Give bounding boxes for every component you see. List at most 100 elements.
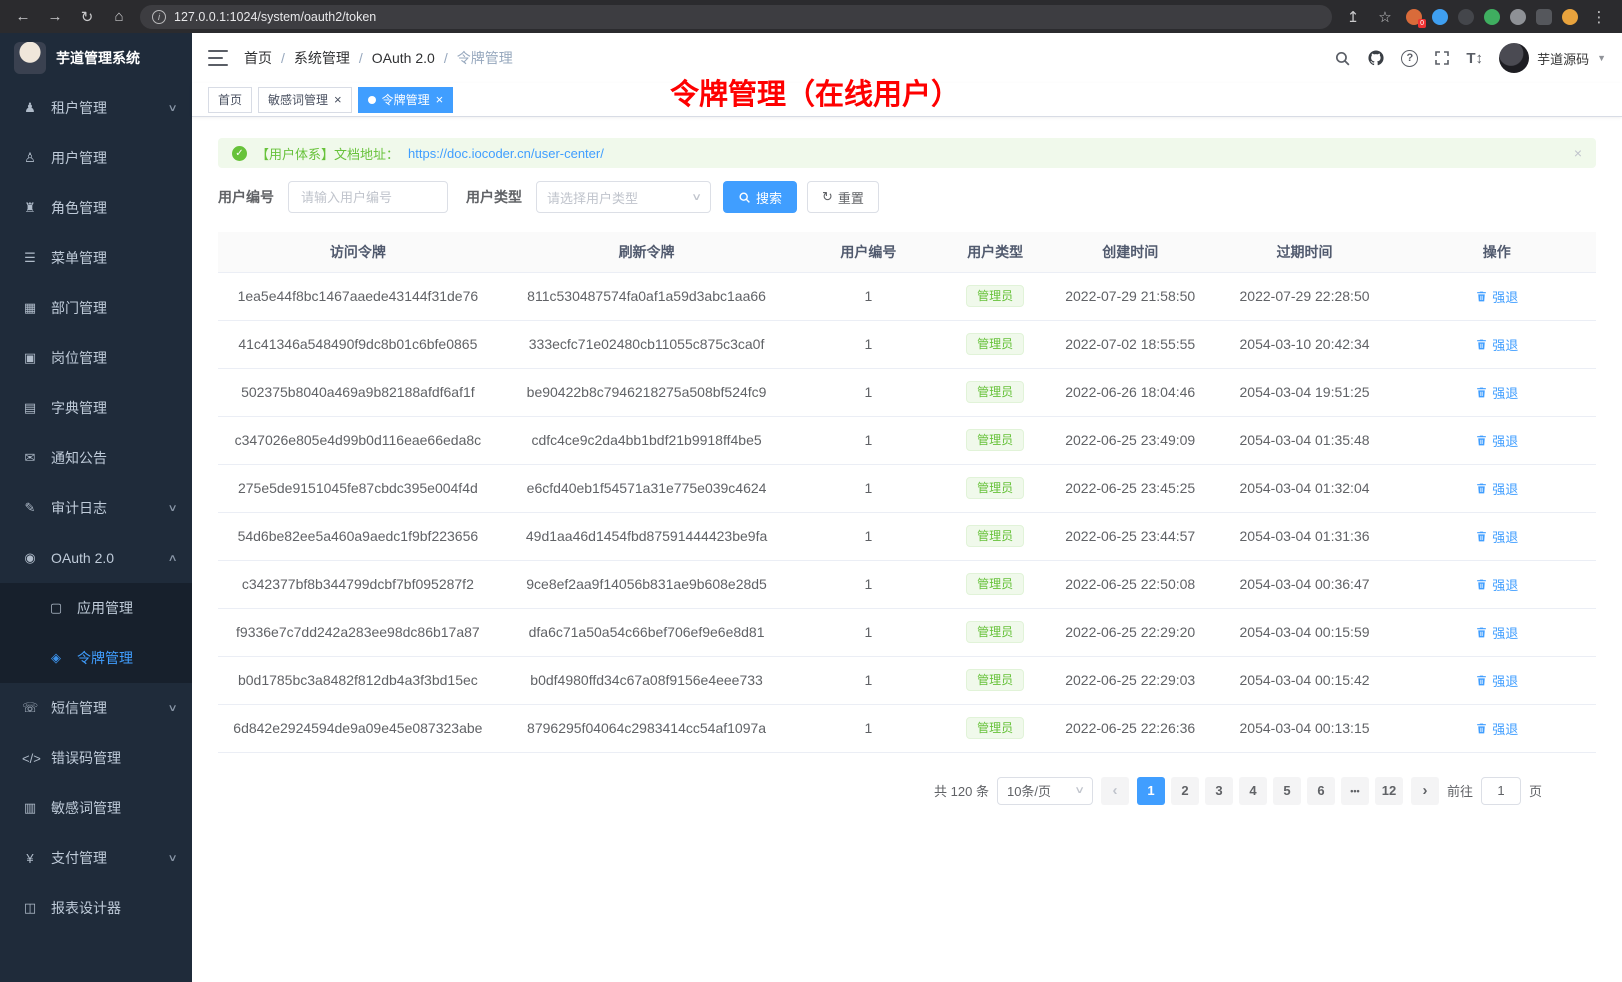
- extension-icon[interactable]: 0: [1406, 9, 1422, 25]
- tab-close-icon[interactable]: ×: [436, 93, 444, 106]
- breadcrumb-item-2[interactable]: OAuth 2.0: [372, 50, 435, 66]
- page-more-button[interactable]: •••: [1341, 777, 1369, 805]
- created-at-cell: 2022-06-25 23:45:25: [1049, 464, 1212, 512]
- action-cell: 强退: [1398, 512, 1596, 560]
- profile-avatar[interactable]: [1562, 9, 1578, 25]
- action-cell: 强退: [1398, 560, 1596, 608]
- page-button-2[interactable]: 2: [1171, 777, 1199, 805]
- chevron-down-icon: ∨: [1074, 785, 1085, 796]
- user-id-input[interactable]: [288, 181, 448, 213]
- force-logout-button[interactable]: 强退: [1475, 287, 1518, 306]
- user-id-cell: 1: [795, 608, 941, 656]
- app-logo[interactable]: 芋道管理系统: [0, 33, 192, 83]
- breadcrumb-item-1[interactable]: 系统管理: [294, 48, 350, 68]
- force-logout-label: 强退: [1492, 383, 1518, 402]
- access-token-cell: 502375b8040a469a9b82188afdf6af1f: [218, 368, 498, 416]
- share-icon[interactable]: ↥: [1342, 8, 1364, 26]
- prev-page-button[interactable]: ‹: [1101, 777, 1129, 805]
- sidebar-item-8[interactable]: ✎审计日志∨: [0, 483, 192, 533]
- breadcrumb-item-3[interactable]: 令牌管理: [457, 48, 513, 68]
- tab-1[interactable]: 敏感词管理×: [258, 87, 352, 113]
- url-bar[interactable]: i 127.0.0.1:1024/system/oauth2/token: [140, 5, 1332, 29]
- sidebar-item-7[interactable]: ✉通知公告: [0, 433, 192, 483]
- force-logout-button[interactable]: 强退: [1475, 623, 1518, 642]
- puzzle-extension-icon[interactable]: [1510, 9, 1526, 25]
- help-icon[interactable]: ?: [1401, 50, 1418, 67]
- page-size-value: 10条/页: [1007, 781, 1051, 800]
- font-size-icon[interactable]: T↕: [1466, 50, 1483, 67]
- alert-close-icon[interactable]: ×: [1574, 145, 1582, 161]
- tab-0[interactable]: 首页: [208, 87, 252, 113]
- sidebar-item-4[interactable]: ▦部门管理: [0, 283, 192, 333]
- user-type-cell: 管理员: [941, 656, 1048, 704]
- sidebar-item-16[interactable]: ◫报表设计器: [0, 883, 192, 933]
- page-button-5[interactable]: 5: [1273, 777, 1301, 805]
- chevron-down-icon: ∨: [167, 503, 177, 514]
- green-extension-icon[interactable]: [1484, 9, 1500, 25]
- page-button-1[interactable]: 1: [1137, 777, 1165, 805]
- sidebar-item-15[interactable]: ¥支付管理∨: [0, 833, 192, 883]
- reset-button[interactable]: ↻ 重置: [807, 181, 879, 213]
- table-row: f9336e7c7dd242a283ee98dc86b17a87dfa6c71a…: [218, 608, 1596, 656]
- sidebar-item-13[interactable]: </>错误码管理: [0, 733, 192, 783]
- sidebar-toggle-icon[interactable]: [1536, 9, 1552, 25]
- page-button-3[interactable]: 3: [1205, 777, 1233, 805]
- sidebar-item-label: 角色管理: [51, 198, 107, 218]
- sidebar-item-0[interactable]: ♟租户管理∨: [0, 83, 192, 133]
- color-picker-extension-icon[interactable]: [1432, 9, 1448, 25]
- tab-2[interactable]: 令牌管理×: [358, 87, 454, 113]
- sidebar-item-12[interactable]: ☏短信管理∨: [0, 683, 192, 733]
- breadcrumb-item-0[interactable]: 首页: [244, 48, 272, 68]
- access-token-cell: 41c41346a548490f9dc8b01c6bfe0865: [218, 320, 498, 368]
- access-token-cell: 1ea5e44f8bc1467aaede43144f31de76: [218, 272, 498, 320]
- fullscreen-icon[interactable]: [1434, 50, 1450, 66]
- reload-icon[interactable]: ↻: [76, 8, 98, 26]
- sidebar-item-6[interactable]: ▤字典管理: [0, 383, 192, 433]
- search-button[interactable]: 搜索: [723, 181, 797, 213]
- goto-page-input[interactable]: [1481, 777, 1521, 805]
- sidebar-item-9[interactable]: ◉OAuth 2.0∧: [0, 533, 192, 583]
- sidebar-item-5[interactable]: ▣岗位管理: [0, 333, 192, 383]
- access-token-cell: f9336e7c7dd242a283ee98dc86b17a87: [218, 608, 498, 656]
- force-logout-button[interactable]: 强退: [1475, 431, 1518, 450]
- page-button-12[interactable]: 12: [1375, 777, 1403, 805]
- next-page-button[interactable]: ›: [1411, 777, 1439, 805]
- force-logout-button[interactable]: 强退: [1475, 383, 1518, 402]
- sidebar-item-3[interactable]: ☰菜单管理: [0, 233, 192, 283]
- dark-extension-icon[interactable]: [1458, 9, 1474, 25]
- force-logout-button[interactable]: 强退: [1475, 575, 1518, 594]
- refresh-token-cell: 9ce8ef2aa9f14056b831ae9b608e28d5: [498, 560, 796, 608]
- page-button-6[interactable]: 6: [1307, 777, 1335, 805]
- force-logout-button[interactable]: 强退: [1475, 335, 1518, 354]
- role-icon: ♜: [22, 200, 38, 216]
- info-icon[interactable]: i: [152, 10, 166, 24]
- more-menu-icon[interactable]: ⋮: [1588, 8, 1610, 26]
- access-token-cell: b0d1785bc3a8482f812db4a3f3bd15ec: [218, 656, 498, 704]
- force-logout-button[interactable]: 强退: [1475, 479, 1518, 498]
- refresh-token-cell: 333ecfc71e02480cb11055c875c3ca0f: [498, 320, 796, 368]
- expires-at-cell: 2054-03-04 01:35:48: [1212, 416, 1398, 464]
- force-logout-button[interactable]: 强退: [1475, 671, 1518, 690]
- sidebar-item-14[interactable]: ▥敏感词管理: [0, 783, 192, 833]
- refresh-token-cell: cdfc4ce9c2da4bb1bdf21b9918ff4be5: [498, 416, 796, 464]
- doc-link[interactable]: https://doc.iocoder.cn/user-center/: [408, 146, 604, 161]
- force-logout-button[interactable]: 强退: [1475, 719, 1518, 738]
- page-size-select[interactable]: 10条/页 ∨: [997, 777, 1093, 805]
- sidebar-item-2[interactable]: ♜ 角色管理: [0, 183, 192, 233]
- force-logout-button[interactable]: 强退: [1475, 527, 1518, 546]
- user-menu[interactable]: 芋道源码 ▼: [1499, 43, 1606, 73]
- page-button-4[interactable]: 4: [1239, 777, 1267, 805]
- github-icon[interactable]: [1367, 49, 1385, 67]
- sidebar-item-1[interactable]: ♙用户管理: [0, 133, 192, 183]
- bookmark-star-icon[interactable]: ☆: [1374, 8, 1396, 26]
- collapse-menu-icon[interactable]: [208, 50, 228, 66]
- search-icon[interactable]: [1334, 50, 1351, 67]
- table-row: b0d1785bc3a8482f812db4a3f3bd15ecb0df4980…: [218, 656, 1596, 704]
- back-icon[interactable]: ←: [12, 8, 34, 25]
- sidebar-item-11[interactable]: ◈令牌管理: [0, 633, 192, 683]
- tab-close-icon[interactable]: ×: [334, 93, 342, 106]
- sidebar-item-10[interactable]: ▢应用管理: [0, 583, 192, 633]
- user-type-select[interactable]: 请选择用户类型 ∨: [536, 181, 711, 213]
- forward-icon[interactable]: →: [44, 8, 66, 25]
- home-icon[interactable]: ⌂: [108, 8, 130, 25]
